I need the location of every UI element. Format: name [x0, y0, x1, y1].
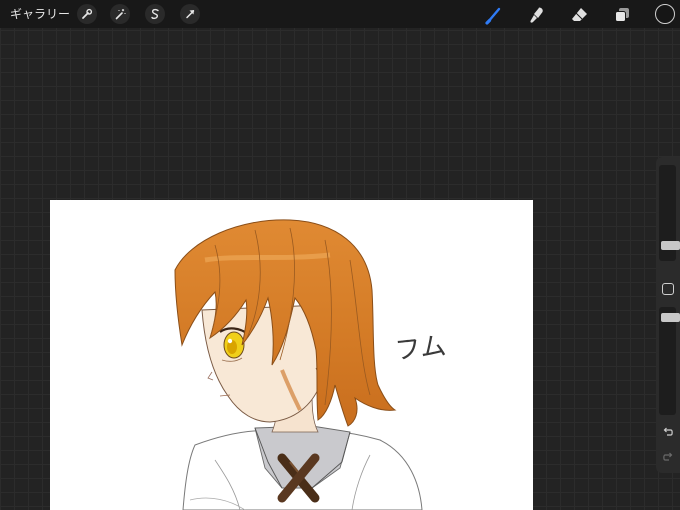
right-sidebar — [656, 157, 680, 473]
undo-button[interactable] — [661, 425, 675, 439]
brush-icon — [485, 7, 501, 25]
character-illustration: フム — [174, 219, 448, 510]
adjustments-button[interactable] — [110, 4, 130, 24]
eraser-tool-button[interactable] — [569, 4, 591, 26]
redo-button[interactable] — [661, 450, 675, 464]
brush-size-slider[interactable] — [659, 165, 680, 261]
brush-tool-button[interactable] — [483, 4, 505, 26]
undo-icon — [663, 427, 673, 436]
top-toolbar: ギャラリー — [0, 0, 680, 28]
smudge-tool-button[interactable] — [526, 4, 548, 26]
layers-icon — [615, 8, 629, 22]
gallery-button[interactable]: ギャラリー — [10, 6, 70, 22]
arrow-cursor-icon — [186, 10, 195, 19]
wrench-icon — [82, 8, 93, 19]
smudge-icon — [530, 7, 543, 23]
transform-button[interactable] — [180, 4, 200, 24]
handwritten-note: フム — [394, 331, 448, 366]
selection-button[interactable] — [145, 4, 165, 24]
opacity-thumb[interactable] — [661, 313, 680, 322]
color-picker-button[interactable] — [655, 4, 675, 24]
layers-button[interactable] — [611, 4, 633, 26]
selection-s-icon — [151, 8, 159, 20]
redo-icon — [663, 452, 673, 461]
brush-size-thumb[interactable] — [661, 241, 680, 250]
opacity-slider[interactable] — [659, 307, 680, 415]
drawing-canvas[interactable]: フム — [50, 200, 533, 510]
actions-button[interactable] — [77, 4, 97, 24]
eraser-icon — [572, 8, 587, 21]
magic-wand-icon — [115, 9, 126, 20]
modify-button[interactable] — [662, 283, 674, 295]
